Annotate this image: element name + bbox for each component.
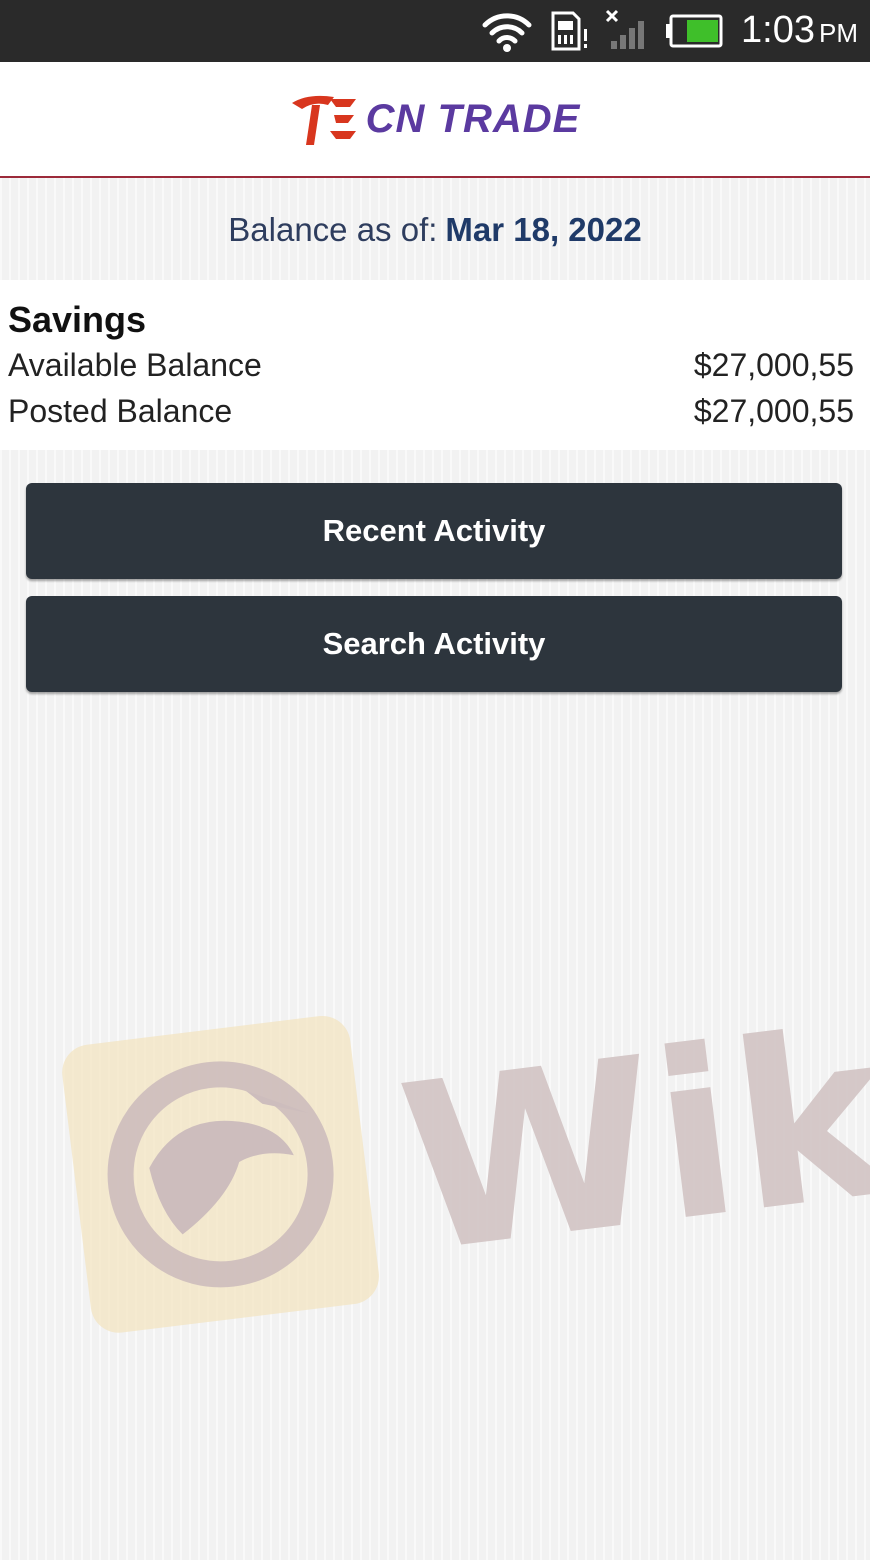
logo-mark-icon <box>291 95 356 145</box>
balance-row-value: $27,000,55 <box>693 393 854 429</box>
balance-row-label: Available Balance <box>8 347 262 383</box>
balance-date-label: Balance as of: <box>228 211 438 248</box>
balance-row-available: Available Balance $27,000,55 <box>8 342 854 388</box>
account-name: Savings <box>8 299 147 340</box>
recent-activity-button[interactable]: Recent Activity <box>26 483 842 579</box>
sd-card-icon <box>547 9 591 53</box>
watermark-text: Wiki <box>389 971 870 1305</box>
app-screen: 1:03 PM CN TRADE Balance as of: Mar 18, 2… <box>0 0 870 1560</box>
status-bar: 1:03 PM <box>0 0 870 62</box>
search-activity-button[interactable]: Search Activity <box>26 596 842 692</box>
battery-icon <box>665 14 723 48</box>
watermark: Wiki <box>55 960 870 1340</box>
signal-no-service-icon <box>605 9 651 53</box>
balance-row-value: $27,000,55 <box>693 347 854 383</box>
logo-text: CN TRADE <box>365 96 581 141</box>
app-header: CN TRADE <box>0 62 870 178</box>
status-time-value: 1:03 <box>741 8 815 51</box>
balance-row-label: Posted Balance <box>8 393 233 429</box>
balance-row-posted: Posted Balance $27,000,55 <box>8 388 854 434</box>
status-time-ampm: PM <box>819 17 858 48</box>
status-time: 1:03 PM <box>741 0 858 64</box>
app-logo: CN TRADE <box>290 89 581 149</box>
balance-date-bar: Balance as of: Mar 18, 2022 <box>0 180 870 280</box>
account-card[interactable]: Savings Available Balance $27,000,55 Pos… <box>0 280 870 450</box>
eagle-icon: Wiki <box>62 971 870 1333</box>
balance-date-value: Mar 18, 2022 <box>445 211 642 248</box>
wifi-icon <box>481 9 533 53</box>
